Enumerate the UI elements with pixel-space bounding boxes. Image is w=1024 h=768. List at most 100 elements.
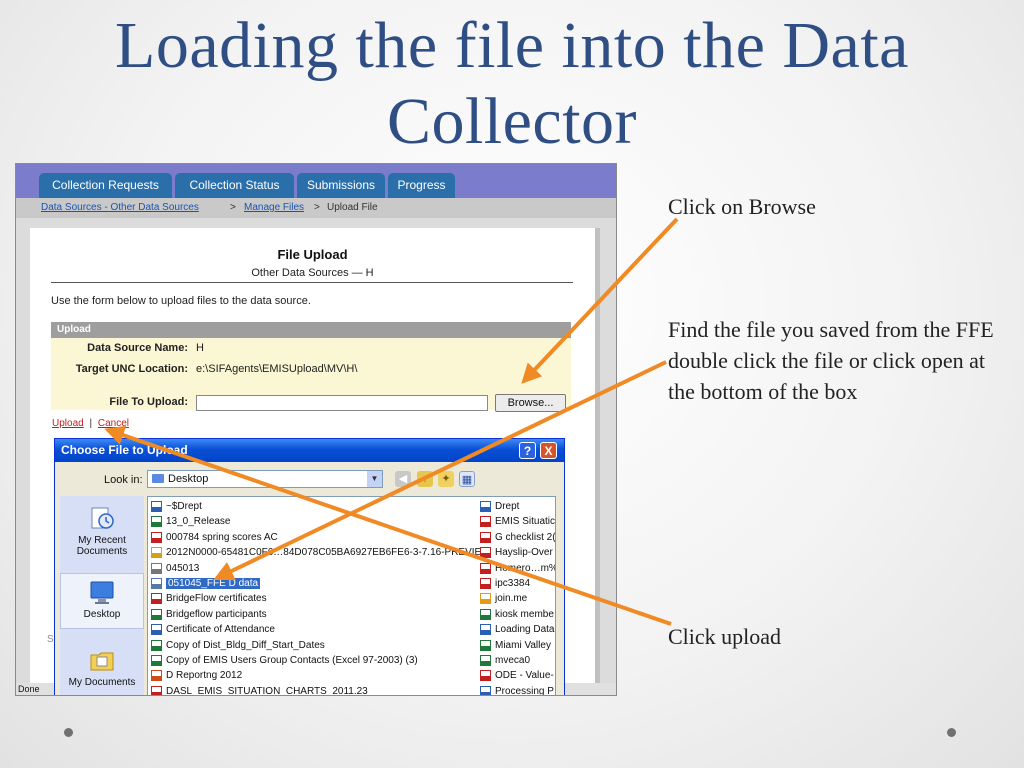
- excel-icon: [480, 608, 491, 620]
- pdf-icon: [480, 562, 491, 574]
- word-icon: [480, 624, 491, 636]
- file-list-item[interactable]: Certificate of Attendance: [150, 622, 476, 637]
- file-name: EMIS Situatic: [495, 516, 555, 528]
- slide-title: Loading the file into the Data Collector: [0, 8, 1024, 160]
- file-list-item[interactable]: Copy of EMIS Users Group Contacts (Excel…: [150, 653, 476, 668]
- file-name: Miami Valley: [495, 639, 551, 651]
- place-label: Desktop: [83, 609, 121, 620]
- file-list-item[interactable]: Bridgeflow participants: [150, 607, 476, 622]
- help-button[interactable]: ?: [519, 442, 536, 459]
- file-list-item[interactable]: BridgeFlow certificates: [150, 591, 476, 606]
- excel-icon: [151, 516, 162, 528]
- file-list-item[interactable]: Loading Data: [479, 622, 555, 637]
- file-name: kiosk membe: [495, 608, 554, 620]
- file-name: 13_0_Release: [166, 516, 231, 528]
- look-in-dropdown[interactable]: Desktop ▼: [147, 470, 383, 488]
- target-unc-value: e:\SIFAgents\EMISUpload\MV\H\: [196, 363, 358, 375]
- upload-form: Data Source Name: H Target UNC Location:…: [51, 338, 571, 412]
- data-source-name-label: Data Source Name:: [87, 342, 188, 354]
- file-icon: [151, 577, 162, 589]
- view-menu-icon[interactable]: ▦: [459, 471, 475, 487]
- back-icon[interactable]: ◀: [395, 471, 411, 487]
- look-in-label: Look in:: [104, 474, 143, 486]
- breadcrumb-link-data-sources[interactable]: Data Sources - Other Data Sources: [41, 202, 199, 213]
- file-name: 045013: [166, 562, 200, 574]
- file-list-item[interactable]: Miami Valley: [479, 638, 555, 653]
- file-list-item[interactable]: Hayslip-Over: [479, 545, 555, 560]
- file-list-item[interactable]: D Reportng 2012: [150, 668, 476, 683]
- place-my-documents[interactable]: My Documents: [60, 646, 144, 688]
- browser-screenshot: Collection Requests Collection Status Su…: [15, 163, 617, 696]
- file-list-item[interactable]: Processing P: [479, 684, 555, 695]
- file-list-item[interactable]: EMIS Situatic: [479, 514, 555, 529]
- file-list-item[interactable]: mveca0: [479, 653, 555, 668]
- target-unc-label: Target UNC Location:: [75, 363, 188, 375]
- file-list-item[interactable]: 13_0_Release: [150, 514, 476, 529]
- file-list-item[interactable]: kiosk membe: [479, 607, 555, 622]
- title-divider: [51, 282, 573, 283]
- cancel-link[interactable]: Cancel: [98, 418, 129, 429]
- file-name: Bridgeflow participants: [166, 608, 267, 620]
- choose-file-dialog: Choose File to Upload ? X Look in: Deskt…: [54, 438, 565, 695]
- dialog-title: Choose File to Upload: [55, 439, 564, 462]
- pdf-icon: [151, 531, 162, 543]
- file-list-item[interactable]: ipc3384: [479, 576, 555, 591]
- file-to-upload-input[interactable]: [196, 395, 488, 411]
- pdf-icon: [480, 670, 491, 682]
- close-button[interactable]: X: [540, 442, 557, 459]
- file-list-item[interactable]: 2012N0000-65481C0F6…84D078C05BA6927EB6FE…: [150, 545, 491, 560]
- app-icon: [480, 593, 491, 605]
- look-in-value: Desktop: [168, 473, 209, 485]
- excel-icon: [480, 654, 491, 666]
- file-list-item[interactable]: 051045_FFE D data: [150, 576, 476, 591]
- file-list-item[interactable]: G checklist 2(: [479, 530, 555, 545]
- upload-link[interactable]: Upload: [52, 418, 84, 429]
- instructions-text: Use the form below to upload files to th…: [51, 295, 311, 307]
- file-list-item[interactable]: Drept: [479, 499, 555, 514]
- tab-progress[interactable]: Progress: [388, 173, 455, 198]
- ppt-icon: [151, 670, 162, 682]
- zip-icon: [151, 547, 162, 559]
- pdf-icon: [480, 516, 491, 528]
- place-label: My Documents: [68, 677, 136, 688]
- file-name: Drept: [495, 501, 520, 512]
- file-name: ODE - Value-: [495, 670, 554, 682]
- file-name: G checklist 2(: [495, 531, 555, 543]
- file-list-item[interactable]: 000784 spring scores AC: [150, 530, 476, 545]
- desktop-folder-icon: [152, 474, 164, 483]
- tab-collection-status[interactable]: Collection Status: [175, 173, 294, 198]
- pdf-icon: [480, 531, 491, 543]
- file-name: join.me: [495, 593, 528, 605]
- file-list-item[interactable]: ~$Drept: [150, 499, 476, 514]
- file-list-item[interactable]: Copy of Dist_Bldg_Diff_Start_Dates: [150, 638, 476, 653]
- tab-submissions[interactable]: Submissions: [297, 173, 385, 198]
- file-name: Hayslip-Over: [495, 547, 553, 559]
- file-name: ~$Drept: [166, 501, 202, 512]
- chevron-down-icon[interactable]: ▼: [367, 471, 382, 487]
- tab-collection-requests[interactable]: Collection Requests: [39, 173, 172, 198]
- slide-title-line-1: Loading the file into the Data: [115, 9, 909, 82]
- pdf-icon: [151, 593, 162, 605]
- file-list-item[interactable]: ODE - Value-: [479, 668, 555, 683]
- up-folder-icon[interactable]: ↑: [417, 471, 433, 487]
- place-my-recent-documents[interactable]: My Recent Documents: [60, 504, 144, 557]
- slide-dot-right: [947, 728, 956, 737]
- place-label: My Recent Documents: [76, 535, 128, 557]
- file-list-item[interactable]: DASL_EMIS_SITUATION_CHARTS_2011.23: [150, 684, 476, 695]
- new-folder-icon[interactable]: ✦: [438, 471, 454, 487]
- breadcrumb-link-manage-files[interactable]: Manage Files: [244, 202, 304, 213]
- file-name: ipc3384: [495, 577, 531, 589]
- word-icon: [151, 501, 162, 512]
- callout-find-file: Find the file you saved from the FFE dou…: [668, 317, 994, 404]
- file-list-item[interactable]: Homero…m%: [479, 561, 555, 576]
- file-list-item[interactable]: 045013: [150, 561, 476, 576]
- file-name: 051045_FFE D data: [166, 577, 261, 589]
- page-title: File Upload: [277, 247, 348, 262]
- app-tab-bar: Collection Requests Collection Status Su…: [16, 164, 616, 198]
- place-desktop[interactable]: Desktop: [60, 573, 144, 629]
- obscured-text: S: [47, 634, 54, 645]
- file-list-item[interactable]: join.me: [479, 591, 555, 606]
- browse-button[interactable]: Browse...: [495, 394, 566, 412]
- form-actions: Upload | Cancel: [52, 418, 129, 429]
- file-name: Homero…m%: [495, 562, 555, 574]
